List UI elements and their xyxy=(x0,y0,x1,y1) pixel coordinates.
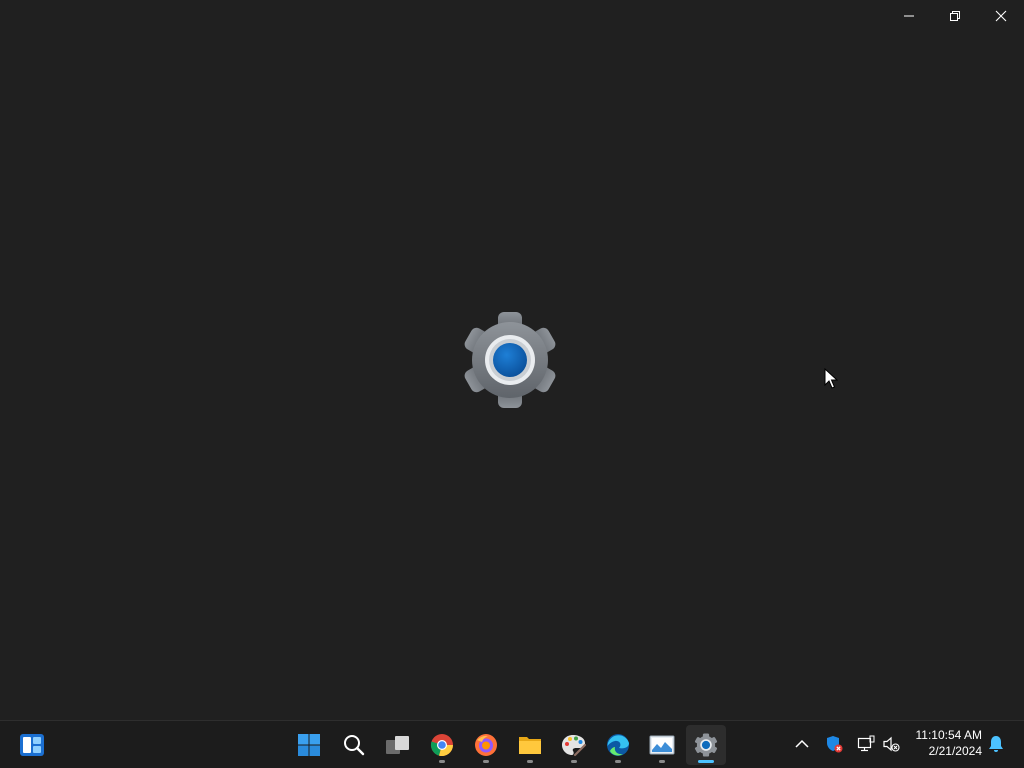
app-button-firefox[interactable] xyxy=(466,725,506,765)
restore-icon xyxy=(950,11,960,21)
close-icon xyxy=(995,10,1007,22)
clock-time: 11:10:54 AM xyxy=(915,728,983,742)
app-button-edge[interactable] xyxy=(598,725,638,765)
chrome-icon xyxy=(430,734,453,757)
mouse-cursor-icon xyxy=(824,368,838,389)
app-button-file-explorer[interactable] xyxy=(510,725,550,765)
show-hidden-icons-button[interactable] xyxy=(790,732,814,756)
settings-gear-icon xyxy=(464,312,556,408)
photos-icon xyxy=(649,735,675,755)
app-button-paint[interactable] xyxy=(554,725,594,765)
active-indicator xyxy=(698,760,714,763)
running-indicator xyxy=(615,760,621,763)
settings-gear-icon xyxy=(694,733,718,757)
app-button-settings[interactable] xyxy=(686,725,726,765)
network-button[interactable] xyxy=(854,732,878,756)
running-indicator xyxy=(659,760,665,763)
folder-icon xyxy=(519,737,541,754)
widgets-icon xyxy=(20,734,44,756)
app-button-chrome[interactable] xyxy=(422,725,462,765)
running-indicator xyxy=(439,760,445,763)
restore-button[interactable] xyxy=(932,0,978,32)
firefox-icon xyxy=(475,734,497,756)
search-icon xyxy=(344,735,365,756)
close-button[interactable] xyxy=(978,0,1024,32)
volume-muted-icon xyxy=(883,736,900,752)
search-button[interactable] xyxy=(334,725,374,765)
running-indicator xyxy=(527,760,533,763)
windows-security-button[interactable] xyxy=(822,732,846,756)
notifications-button[interactable] xyxy=(984,732,1008,756)
widgets-button[interactable] xyxy=(12,725,52,765)
running-indicator xyxy=(483,760,489,763)
minimize-button[interactable] xyxy=(886,0,932,32)
task-view-button[interactable] xyxy=(378,725,418,765)
bell-icon xyxy=(989,736,1003,752)
network-icon xyxy=(857,735,875,752)
windows-logo-icon xyxy=(298,734,320,756)
settings-window xyxy=(0,0,1024,720)
edge-icon xyxy=(607,734,629,756)
paint-palette-icon xyxy=(562,735,587,757)
chevron-up-icon xyxy=(795,739,809,748)
task-view-icon xyxy=(386,736,409,754)
running-indicator xyxy=(571,760,577,763)
clock-date: 2/21/2024 xyxy=(928,744,982,758)
taskbar-clock[interactable]: 11:10:54 AM 2/21/2024 xyxy=(904,727,983,759)
minimize-icon xyxy=(904,15,914,17)
volume-button[interactable] xyxy=(879,732,903,756)
desktop-screen: 11:10:54 AM 2/21/2024 xyxy=(0,0,1024,768)
start-button[interactable] xyxy=(289,725,329,765)
security-shield-icon xyxy=(827,736,843,753)
app-button-photos[interactable] xyxy=(642,725,682,765)
